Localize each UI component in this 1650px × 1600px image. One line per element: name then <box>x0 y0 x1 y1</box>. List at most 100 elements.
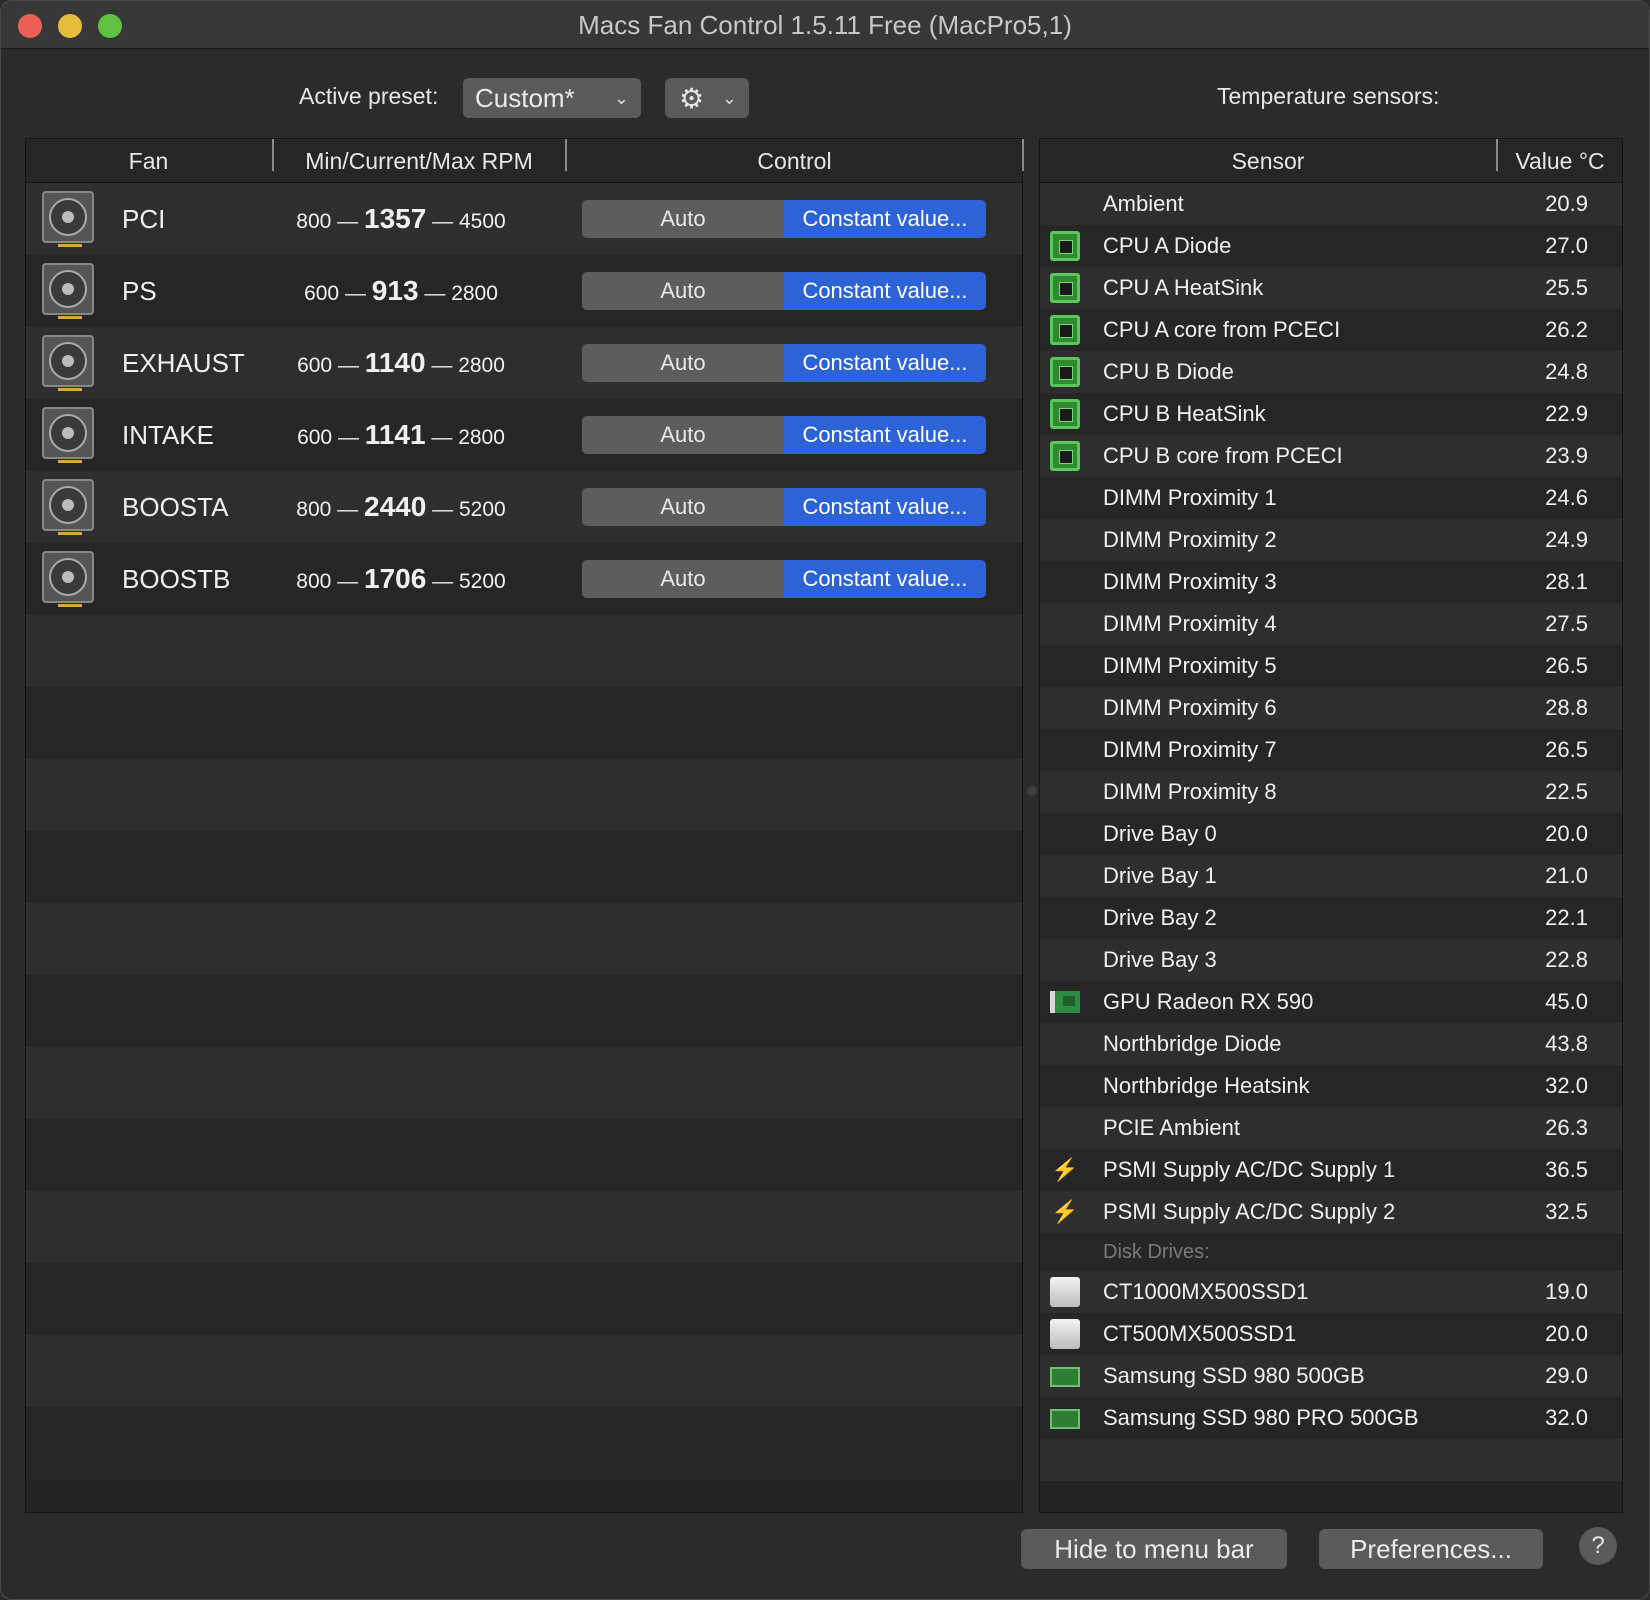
window-title: Macs Fan Control 1.5.11 Free (MacPro5,1) <box>578 10 1072 40</box>
empty-row <box>26 1047 1022 1119</box>
constant-value-button[interactable]: Constant value... <box>784 200 986 238</box>
sensor-row[interactable]: Ambient 20.9 <box>1040 183 1622 225</box>
sensor-row[interactable]: Samsung SSD 980 PRO 500GB 32.0 <box>1040 1397 1622 1439</box>
sensor-row[interactable]: CPU A HeatSink 25.5 <box>1040 267 1622 309</box>
sensor-name: Ambient <box>1103 191 1184 216</box>
constant-value-button[interactable]: Constant value... <box>784 560 986 598</box>
fan-row[interactable]: BOOSTB 800 — 1706 — 5200 Auto Constant valu… <box>26 543 1022 615</box>
fan-rows: PCI 800 — 1357 — 4500 Auto Constant value..… <box>26 183 1022 1479</box>
empty-row <box>26 1119 1022 1191</box>
fan-name: PCI <box>122 204 166 234</box>
sensor-name: Samsung SSD 980 500GB <box>1103 1363 1365 1388</box>
value-column-header[interactable]: Value °C <box>1498 139 1622 183</box>
empty-row <box>26 1335 1022 1407</box>
sensor-value: 28.8 <box>1545 695 1588 720</box>
fan-rpm: 600 — 913 — 2800 <box>304 275 498 306</box>
auto-button[interactable]: Auto <box>582 344 784 382</box>
fan-row[interactable]: PCI 800 — 1357 — 4500 Auto Constant value..… <box>26 183 1022 255</box>
auto-button[interactable]: Auto <box>582 560 784 598</box>
fan-current-rpm: 1357 <box>364 203 427 234</box>
preferences-button[interactable]: Preferences... <box>1319 1529 1543 1569</box>
fan-current-rpm: 1141 <box>364 419 426 450</box>
sensor-column-header[interactable]: Sensor <box>1040 139 1496 183</box>
fan-control-segmented: Auto Constant value... <box>582 488 986 526</box>
fan-current-rpm: 913 <box>371 275 419 306</box>
sensor-row[interactable]: Drive Bay 2 22.1 <box>1040 897 1622 939</box>
sensor-name: CPU B HeatSink <box>1103 401 1266 426</box>
fan-name: BOOSTA <box>122 492 229 522</box>
fan-current-rpm: 1706 <box>364 563 427 594</box>
sensor-row[interactable]: GPU Radeon RX 590 45.0 <box>1040 981 1622 1023</box>
sensor-value: 24.6 <box>1545 485 1588 510</box>
sensor-row[interactable]: DIMM Proximity 2 24.9 <box>1040 519 1622 561</box>
sensor-name: DIMM Proximity 1 <box>1103 485 1277 510</box>
fan-icon <box>42 551 94 607</box>
sensor-row[interactable]: CT500MX500SSD1 20.0 <box>1040 1313 1622 1355</box>
sensor-row[interactable]: Samsung SSD 980 500GB 29.0 <box>1040 1355 1622 1397</box>
constant-value-button[interactable]: Constant value... <box>784 344 986 382</box>
constant-value-button[interactable]: Constant value... <box>784 416 986 454</box>
auto-button[interactable]: Auto <box>582 272 784 310</box>
chevron-down-icon: ⌄ <box>613 88 629 108</box>
help-button[interactable]: ? <box>1579 1527 1617 1565</box>
empty-row <box>26 1191 1022 1263</box>
cpu-chip-icon <box>1050 441 1080 471</box>
sensor-value: 20.0 <box>1545 821 1588 846</box>
sensor-name: CPU A HeatSink <box>1103 275 1264 300</box>
graphics-card-icon <box>1050 991 1080 1013</box>
sensor-row[interactable]: CT1000MX500SSD1 19.0 <box>1040 1271 1622 1313</box>
sensor-row[interactable]: PCIE Ambient 26.3 <box>1040 1107 1622 1149</box>
constant-value-button[interactable]: Constant value... <box>784 488 986 526</box>
sensor-value: 27.5 <box>1545 611 1588 636</box>
fan-min-rpm: 600 <box>297 426 333 449</box>
nvme-ssd-icon <box>1050 1367 1080 1387</box>
sensor-name: GPU Radeon RX 590 <box>1103 989 1314 1014</box>
fan-control-segmented: Auto Constant value... <box>582 344 986 382</box>
sensor-row[interactable]: DIMM Proximity 3 28.1 <box>1040 561 1622 603</box>
sensor-row[interactable]: Drive Bay 1 21.0 <box>1040 855 1622 897</box>
sensor-name: CT1000MX500SSD1 <box>1103 1279 1309 1304</box>
sensor-row[interactable]: DIMM Proximity 8 22.5 <box>1040 771 1622 813</box>
sensor-value: 28.1 <box>1545 569 1588 594</box>
fan-row[interactable]: INTAKE 600 — 1141 — 2800 Auto Constant valu… <box>26 399 1022 471</box>
sensor-value: 22.9 <box>1545 401 1588 426</box>
sensor-row[interactable]: DIMM Proximity 4 27.5 <box>1040 603 1622 645</box>
sensor-row[interactable]: CPU B HeatSink 22.9 <box>1040 393 1622 435</box>
control-column-header[interactable]: Control <box>567 139 1022 183</box>
sensor-row[interactable]: ⚡ PSMI Supply AC/DC Supply 1 36.5 <box>1040 1149 1622 1191</box>
rpm-column-header[interactable]: Min/Current/Max RPM <box>274 139 564 183</box>
hide-to-menu-bar-button[interactable]: Hide to menu bar <box>1021 1529 1287 1569</box>
sensor-row[interactable]: DIMM Proximity 1 24.6 <box>1040 477 1622 519</box>
sensor-row[interactable]: Northbridge Diode 43.8 <box>1040 1023 1622 1065</box>
sensor-row[interactable]: CPU A core from PCECI 26.2 <box>1040 309 1622 351</box>
cpu-chip-icon <box>1050 231 1080 261</box>
sensor-row[interactable]: CPU B Diode 24.8 <box>1040 351 1622 393</box>
fan-column-header[interactable]: Fan <box>26 139 271 183</box>
fan-row[interactable]: PS 600 — 913 — 2800 Auto Constant value... <box>26 255 1022 327</box>
auto-button[interactable]: Auto <box>582 488 784 526</box>
sensor-row[interactable]: ⚡ PSMI Supply AC/DC Supply 2 32.5 <box>1040 1191 1622 1233</box>
sensor-row[interactable]: Drive Bay 0 20.0 <box>1040 813 1622 855</box>
sensor-value: 26.5 <box>1545 737 1588 762</box>
preset-dropdown[interactable]: Custom* ⌄ <box>463 78 641 118</box>
split-view-divider[interactable] <box>1027 786 1037 796</box>
fan-row[interactable]: EXHAUST 600 — 1140 — 2800 Auto Constant val… <box>26 327 1022 399</box>
sensor-row[interactable]: Drive Bay 3 22.8 <box>1040 939 1622 981</box>
sensor-table-header: Sensor Value °C <box>1040 139 1622 183</box>
sensor-name: Drive Bay 2 <box>1103 905 1217 930</box>
auto-button[interactable]: Auto <box>582 416 784 454</box>
sensor-row[interactable]: DIMM Proximity 5 26.5 <box>1040 645 1622 687</box>
sensor-row[interactable]: CPU A Diode 27.0 <box>1040 225 1622 267</box>
settings-menu-button[interactable]: ⚙ ⌄ <box>665 78 749 118</box>
sensor-row[interactable]: DIMM Proximity 6 28.8 <box>1040 687 1622 729</box>
fan-min-rpm: 800 <box>296 570 332 593</box>
fan-rpm: 800 — 1357 — 4500 <box>296 203 506 234</box>
constant-value-button[interactable]: Constant value... <box>784 272 986 310</box>
sensor-row[interactable]: DIMM Proximity 7 26.5 <box>1040 729 1622 771</box>
gear-icon: ⚙ <box>679 83 705 114</box>
auto-button[interactable]: Auto <box>582 200 784 238</box>
sensor-row[interactable]: CPU B core from PCECI 23.9 <box>1040 435 1622 477</box>
cpu-chip-icon <box>1050 399 1080 429</box>
fan-row[interactable]: BOOSTA 800 — 2440 — 5200 Auto Constant valu… <box>26 471 1022 543</box>
sensor-row[interactable]: Northbridge Heatsink 32.0 <box>1040 1065 1622 1107</box>
